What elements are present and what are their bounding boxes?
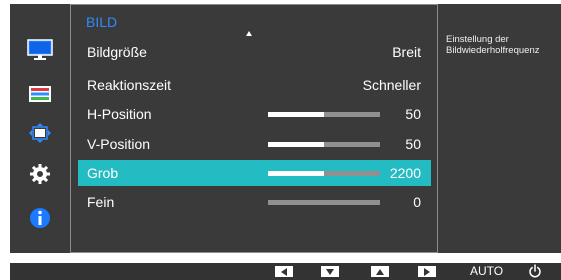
grob-slider[interactable] [268,171,380,176]
color-icon[interactable] [22,79,58,109]
left-arrow-icon[interactable] [275,266,293,277]
h-position-slider[interactable] [268,112,380,117]
right-arrow-icon[interactable] [418,266,436,277]
menu-item-label: Grob [87,165,119,181]
menu-item-reaktionszeit[interactable]: Reaktionszeit Schneller [78,72,431,98]
monitor-picture-icon[interactable] [22,35,58,65]
information-icon[interactable] [22,203,58,233]
osd-menu: BILD Bildgröße Breit Reaktionszeit Schne… [10,4,561,253]
auto-button[interactable]: AUTO [470,264,503,278]
menu-item-v-position[interactable]: V-Position 50 [78,131,431,157]
menu-item-grob[interactable]: Grob 2200 [78,160,431,186]
setup-gear-icon[interactable] [22,159,58,189]
menu-item-value: 50 [405,136,421,152]
menu-item-value: 2200 [389,165,421,181]
menu-item-label: Reaktionszeit [87,77,172,93]
down-arrow-icon[interactable] [321,266,339,277]
button-guide-bar: AUTO [10,263,561,280]
menu-title: BILD [86,14,118,30]
menu-item-label: Bildgröße [87,44,147,60]
slider-fill [268,112,324,117]
menu-item-label: H-Position [87,106,152,122]
menu-item-value: Breit [392,44,421,60]
power-icon[interactable] [528,264,542,278]
menu-item-fein[interactable]: Fein 0 [78,189,431,215]
fein-slider[interactable] [268,200,380,205]
menu-item-value: Schneller [362,77,421,93]
slider-fill [268,142,324,147]
v-position-slider[interactable] [268,142,380,147]
menu-item-label: Fein [87,194,115,210]
menu-item-value: 0 [413,194,421,210]
scroll-up-arrow-icon [246,31,252,36]
help-panel: Einstellung der Bildwiederholfrequenz [438,4,561,253]
menu-item-h-position[interactable]: H-Position 50 [78,101,431,127]
sidebar [10,4,70,253]
slider-fill [268,171,324,176]
menu-item-bildgroesse[interactable]: Bildgröße Breit [78,39,431,65]
size-position-icon[interactable] [22,118,58,148]
menu-item-label: V-Position [87,136,151,152]
up-arrow-icon[interactable] [371,266,389,277]
help-text: Einstellung der Bildwiederholfrequenz [446,34,540,56]
menu-item-value: 50 [405,106,421,122]
menu-panel: BILD Bildgröße Breit Reaktionszeit Schne… [70,4,438,253]
